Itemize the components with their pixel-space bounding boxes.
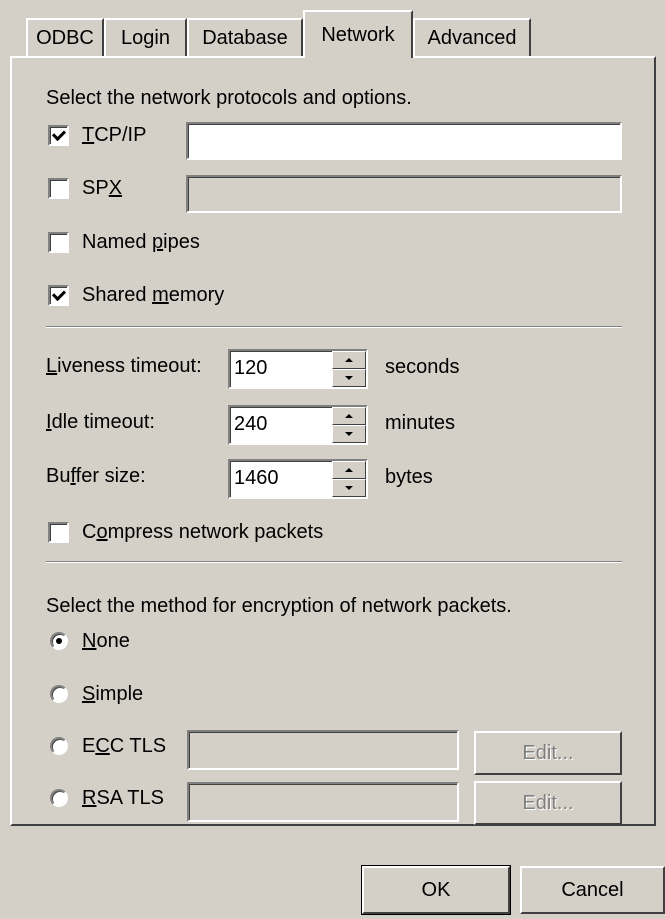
compress-checkbox[interactable] xyxy=(48,522,69,543)
rsa-tls-field xyxy=(187,782,459,822)
tcpip-checkbox[interactable] xyxy=(48,125,69,146)
spinner-down-icon[interactable] xyxy=(332,369,366,387)
simple-label: Simple xyxy=(82,683,144,705)
ecc-tls-label: ECC TLS xyxy=(82,735,167,757)
idle-timeout-unit: minutes xyxy=(385,412,456,434)
simple-radio[interactable] xyxy=(50,685,68,703)
spinner-up-icon[interactable] xyxy=(332,351,366,369)
ecc-tls-edit-label: Edit... xyxy=(522,741,574,764)
spx-checkbox[interactable] xyxy=(48,178,69,199)
rsa-tls-label: RSA TLS xyxy=(82,787,164,809)
buffer-size-unit: bytes xyxy=(385,466,433,488)
tcpip-field[interactable] xyxy=(186,122,622,160)
buffer-size-label: Buffer size: xyxy=(46,465,146,487)
spinner-up-icon[interactable] xyxy=(332,461,366,479)
tcpip-label: TCP/IP xyxy=(82,124,147,146)
network-content: Select the network protocols and options… xyxy=(0,0,665,919)
ok-button[interactable]: OK xyxy=(361,865,511,915)
idle-timeout-spinner[interactable] xyxy=(332,407,366,443)
idle-timeout-label: Idle timeout: xyxy=(46,411,155,433)
protocols-heading: Select the network protocols and options… xyxy=(46,87,412,109)
liveness-timeout-label: Liveness timeout: xyxy=(46,355,202,377)
spinner-up-icon[interactable] xyxy=(332,407,366,425)
cancel-label: Cancel xyxy=(561,878,624,901)
spx-label: SPX xyxy=(82,177,123,199)
none-radio[interactable] xyxy=(50,632,68,650)
ecc-tls-radio[interactable] xyxy=(50,737,68,755)
separator xyxy=(46,326,622,328)
separator xyxy=(46,561,622,563)
shared-memory-checkbox[interactable] xyxy=(48,285,69,306)
spinner-down-icon[interactable] xyxy=(332,425,366,443)
ok-label: OK xyxy=(421,878,451,901)
ecc-tls-field xyxy=(187,730,459,770)
named-pipes-checkbox[interactable] xyxy=(48,232,69,253)
named-pipes-label: Named pipes xyxy=(82,231,200,253)
rsa-tls-edit-label: Edit... xyxy=(522,791,574,814)
compress-label: Compress network packets xyxy=(82,521,324,543)
shared-memory-label: Shared memory xyxy=(82,284,225,306)
buffer-size-spinner[interactable] xyxy=(332,461,366,497)
cancel-button[interactable]: Cancel xyxy=(520,866,665,914)
rsa-tls-edit-button: Edit... xyxy=(474,781,622,825)
none-label: None xyxy=(82,630,130,652)
encryption-heading: Select the method for encryption of netw… xyxy=(46,595,512,617)
spinner-down-icon[interactable] xyxy=(332,479,366,497)
liveness-timeout-spinner[interactable] xyxy=(332,351,366,387)
rsa-tls-radio[interactable] xyxy=(50,789,68,807)
liveness-timeout-unit: seconds xyxy=(385,356,460,378)
ecc-tls-edit-button: Edit... xyxy=(474,731,622,775)
spx-field xyxy=(186,175,622,213)
